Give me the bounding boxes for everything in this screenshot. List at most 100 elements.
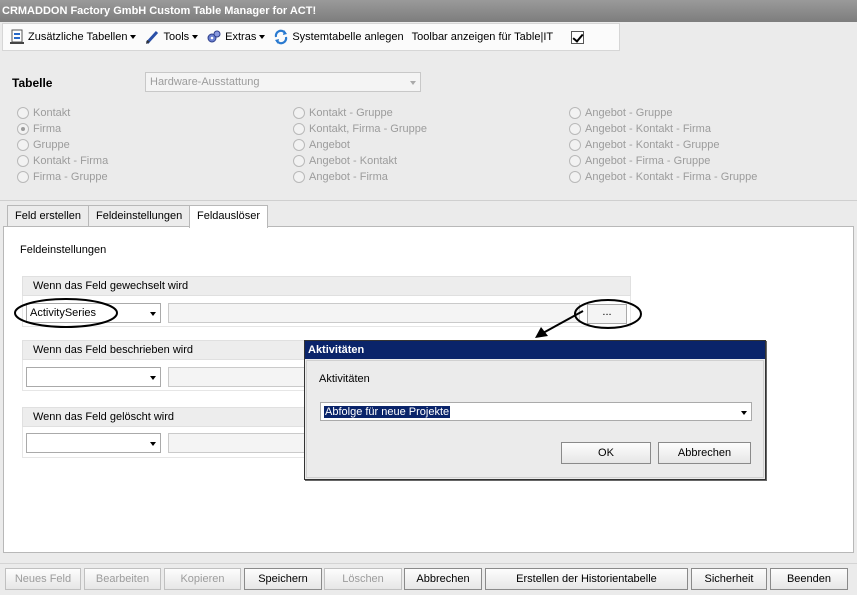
- radio-circle-icon[interactable]: [17, 139, 29, 151]
- radio-circle-icon[interactable]: [293, 139, 305, 151]
- tabelle-select[interactable]: Hardware-Ausstattung: [145, 72, 421, 92]
- speichern-button[interactable]: Speichern: [244, 568, 322, 590]
- toolbar-anzeigen-toggle[interactable]: Toolbar anzeigen für Table|IT: [411, 30, 585, 44]
- trigger-changed-field: [168, 303, 580, 323]
- radio-circle-icon[interactable]: [569, 107, 581, 119]
- trigger-deleted-select[interactable]: [26, 433, 161, 453]
- panel-title: Feldeinstellungen: [20, 244, 107, 256]
- refresh-icon: [273, 29, 289, 45]
- systemtabelle-button[interactable]: Systemtabelle anlegen: [273, 29, 404, 45]
- window-title: CRMADDON Factory GmbH Custom Table Manag…: [0, 0, 857, 22]
- radio-label: Angebot - Gruppe: [585, 107, 673, 119]
- radio-circle-icon[interactable]: [17, 123, 29, 135]
- tab-feldausloeser[interactable]: Feldauslöser: [189, 205, 268, 228]
- radio-circle-icon[interactable]: [293, 171, 305, 183]
- radio-option[interactable]: Angebot - Kontakt - Firma - Gruppe: [569, 171, 757, 183]
- select-value: ActivitySeries: [30, 307, 97, 319]
- trigger-written-select[interactable]: [26, 367, 161, 387]
- menu-tools[interactable]: Tools: [144, 29, 199, 45]
- radio-label: Angebot - Kontakt - Gruppe: [585, 139, 720, 151]
- radio-label: Gruppe: [33, 139, 70, 151]
- dialog-body: Aktivitäten Abfolge für neue Projekte OK…: [306, 360, 764, 478]
- historientabelle-button[interactable]: Erstellen der Historientabelle: [485, 568, 688, 590]
- tab-feld-erstellen[interactable]: Feld erstellen: [7, 205, 90, 227]
- loeschen-button[interactable]: Löschen: [324, 568, 402, 590]
- cancel-button[interactable]: Abbrechen: [658, 442, 751, 464]
- radio-label: Angebot - Firma: [309, 171, 388, 183]
- chevron-down-icon: [259, 35, 266, 39]
- radio-label: Kontakt: [33, 107, 71, 119]
- radio-circle-icon[interactable]: [569, 171, 581, 183]
- chevron-down-icon: [741, 411, 747, 415]
- chevron-down-icon: [410, 81, 416, 85]
- radio-option[interactable]: Angebot - Kontakt - Gruppe: [569, 139, 720, 151]
- radio-option[interactable]: Firma - Gruppe: [17, 171, 108, 183]
- kopieren-button[interactable]: Kopieren: [164, 568, 241, 590]
- radio-circle-icon[interactable]: [17, 155, 29, 167]
- table-icon: [9, 29, 25, 45]
- neues-feld-button[interactable]: Neues Feld: [5, 568, 81, 590]
- aktivitaeten-select[interactable]: Abfolge für neue Projekte: [320, 402, 752, 421]
- chevron-down-icon: [150, 442, 156, 446]
- radio-label: Angebot - Firma - Gruppe: [585, 155, 711, 167]
- chevron-down-icon: [130, 35, 137, 39]
- radio-option[interactable]: Kontakt - Gruppe: [293, 107, 393, 119]
- ellipsis-button[interactable]: ...: [587, 304, 627, 324]
- pen-icon: [144, 29, 160, 45]
- aktivitaeten-dialog: Aktivitäten Aktivitäten Abfolge für neue…: [304, 340, 766, 480]
- menu-extras[interactable]: Extras: [206, 29, 266, 45]
- radio-circle-icon[interactable]: [293, 123, 305, 135]
- radio-circle-icon[interactable]: [17, 171, 29, 183]
- radio-option[interactable]: Kontakt, Firma - Gruppe: [293, 123, 427, 135]
- radio-label: Angebot - Kontakt - Firma: [585, 123, 711, 135]
- radio-option[interactable]: Firma: [17, 123, 61, 135]
- radio-label: Kontakt, Firma - Gruppe: [309, 123, 427, 135]
- radio-option[interactable]: Angebot - Kontakt - Firma: [569, 123, 711, 135]
- radio-option[interactable]: Angebot - Firma: [293, 171, 388, 183]
- radio-label: Angebot: [309, 139, 350, 151]
- dialog-title: Aktivitäten: [305, 341, 765, 359]
- ok-button[interactable]: OK: [561, 442, 651, 464]
- radio-label: Kontakt - Firma: [33, 155, 109, 167]
- chevron-down-icon: [150, 312, 156, 316]
- tab-feldeinstellungen[interactable]: Feldeinstellungen: [88, 205, 191, 227]
- toggle-label: Toolbar anzeigen für Table|IT: [411, 31, 554, 43]
- trigger-changed-select[interactable]: ActivitySeries: [26, 303, 161, 323]
- radio-circle-icon[interactable]: [569, 123, 581, 135]
- dialog-label: Aktivitäten: [319, 373, 370, 385]
- tabelle-value: Hardware-Ausstattung: [150, 76, 260, 88]
- radio-circle-icon[interactable]: [17, 107, 29, 119]
- radio-label: Angebot - Kontakt - Firma - Gruppe: [585, 171, 758, 183]
- menu-label: Tools: [163, 31, 190, 43]
- sicherheit-button[interactable]: Sicherheit: [691, 568, 767, 590]
- menu-zusaetzliche-tabellen[interactable]: Zusätzliche Tabellen: [9, 29, 137, 45]
- chevron-down-icon: [150, 376, 156, 380]
- radio-label: Firma - Gruppe: [33, 171, 108, 183]
- abbrechen-button[interactable]: Abbrechen: [404, 568, 482, 590]
- radio-option[interactable]: Angebot - Firma - Gruppe: [569, 155, 710, 167]
- toolbar-anzeigen-checkbox[interactable]: [571, 30, 585, 44]
- radio-option[interactable]: Kontakt: [17, 107, 70, 119]
- chevron-down-icon: [192, 35, 199, 39]
- gears-icon: [206, 29, 222, 45]
- menu-label: Extras: [225, 31, 257, 43]
- radio-option[interactable]: Angebot - Kontakt: [293, 155, 397, 167]
- divider: [0, 200, 857, 201]
- radio-label: Firma: [33, 123, 62, 135]
- button-label: Systemtabelle anlegen: [292, 31, 404, 43]
- radio-option[interactable]: Angebot - Gruppe: [569, 107, 672, 119]
- select-value: Abfolge für neue Projekte: [324, 406, 451, 418]
- radio-circle-icon[interactable]: [293, 155, 305, 167]
- radio-option[interactable]: Angebot: [293, 139, 350, 151]
- bearbeiten-button[interactable]: Bearbeiten: [84, 568, 161, 590]
- radio-option[interactable]: Kontakt - Firma: [17, 155, 108, 167]
- radio-option[interactable]: Gruppe: [17, 139, 70, 151]
- radio-label: Kontakt - Gruppe: [309, 107, 393, 119]
- beenden-button[interactable]: Beenden: [770, 568, 848, 590]
- menu-label: Zusätzliche Tabellen: [28, 31, 128, 43]
- radio-label: Angebot - Kontakt: [309, 155, 398, 167]
- toolbar: Zusätzliche Tabellen Tools Extras System…: [2, 23, 620, 51]
- radio-circle-icon[interactable]: [569, 155, 581, 167]
- radio-circle-icon[interactable]: [569, 139, 581, 151]
- radio-circle-icon[interactable]: [293, 107, 305, 119]
